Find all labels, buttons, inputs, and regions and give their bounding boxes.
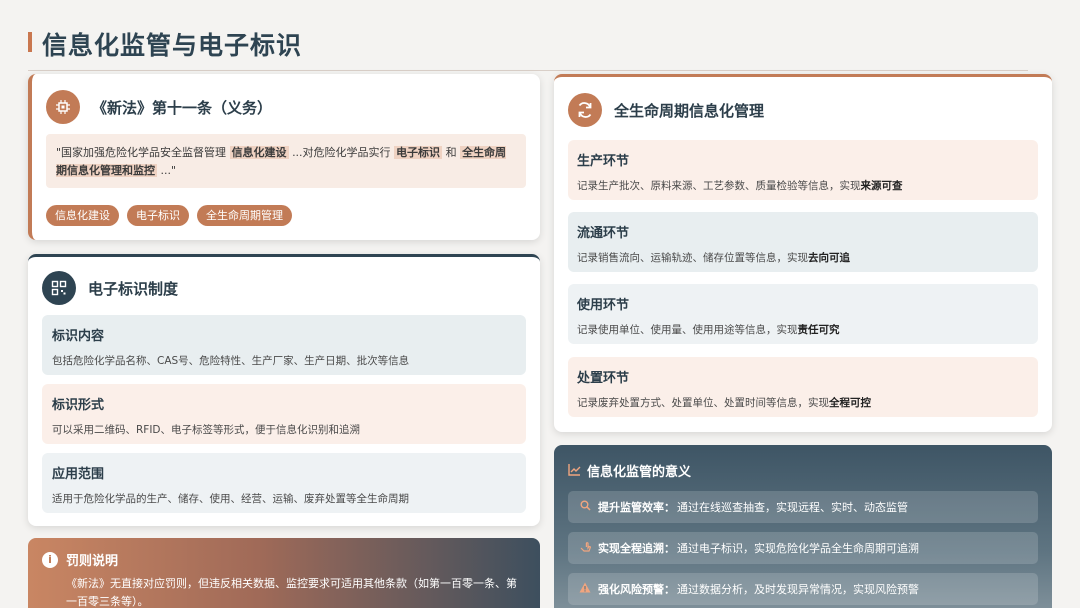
info-icon: i [42,551,58,568]
significance-row: 提升监管效率： 通过在线巡查抽查，实现远程、实时、动态监管 [568,491,1038,523]
tag-electronic-label[interactable]: 电子标识 [127,205,189,226]
stage-desc: 记录废弃处置方式、处置单位、处置时间等信息，实现全程可控 [577,395,1029,410]
elabel-item-desc: 可以采用二维码、RFID、电子标签等形式，便于信息化识别和追溯 [52,424,361,436]
elabel-item-desc: 适用于危险化学品的生产、储存、使用、经营、运输、废弃处置等全生命周期 [52,493,409,505]
law-quote: "国家加强危险化学品安全监督管理 信息化建设 ...对危险化学品实行 电子标识 … [46,134,526,188]
law-card-title: 《新法》第十一条（义务） [92,98,273,117]
page-header: 信息化监管与电子标识 [28,26,1028,71]
stage-desc-text: 记录使用单位、使用量、使用用途等信息，实现 [577,324,798,336]
lifecycle-card-title: 全生命周期信息化管理 [614,101,765,120]
elabel-item: 标识形式 可以采用二维码、RFID、电子标签等形式，便于信息化识别和追溯 [42,384,526,444]
chart-icon [568,461,581,480]
quote-text: ...对危险化学品实行 [292,146,391,159]
stage-title: 生产环节 [577,154,630,169]
refresh-icon [568,93,602,127]
quote-highlight: 信息化建设 [229,146,289,159]
elabel-item: 标识内容 包括危险化学品名称、CAS号、危险特性、生产厂家、生产日期、批次等信息 [42,315,526,375]
significance-value: 通过数据分析，及时发现异常情况，实现风险预警 [677,583,919,596]
law-article-card: 《新法》第十一条（义务） "国家加强危险化学品安全监督管理 信息化建设 ...对… [28,74,540,240]
stage-desc: 记录生产批次、原料来源、工艺参数、质量检验等信息，实现来源可查 [577,178,1029,193]
significance-value: 通过在线巡查抽查，实现远程、实时、动态监管 [677,501,908,514]
quote-text: "国家加强危险化学品安全监督管理 [56,146,227,159]
stage-desc-text: 记录生产批次、原料来源、工艺参数、质量检验等信息，实现 [577,180,861,192]
quote-text: 和 [445,146,457,159]
stage-desc-bold: 去向可追 [808,252,850,264]
quote-highlight: 电子标识 [394,146,443,159]
stage-circulation: 流通环节 记录销售流向、运输轨迹、储存位置等信息，实现去向可追 [568,212,1038,272]
elabel-item-title: 标识内容 [52,329,105,344]
stage-desc-bold: 责任可究 [797,324,840,336]
significance-value: 通过电子标识，实现危险化学品全生命周期可追溯 [677,542,919,555]
elabel-item: 应用范围 适用于危险化学品的生产、储存、使用、经营、运输、废弃处置等全生命周期 [42,453,526,513]
stage-desc-text: 记录废弃处置方式、处置单位、处置时间等信息，实现 [577,397,829,409]
stage-desc: 记录销售流向、运输轨迹、储存位置等信息，实现去向可追 [577,250,1029,265]
hand-icon [578,541,592,555]
stage-desc-bold: 全程可控 [829,397,871,409]
stage-desc-text: 记录销售流向、运输轨迹、储存位置等信息，实现 [577,252,808,264]
quote-text: ..." [160,164,177,177]
electronic-label-card: 电子标识制度 标识内容 包括危险化学品名称、CAS号、危险特性、生产厂家、生产日… [28,254,540,526]
stage-title: 流通环节 [577,226,630,241]
elabel-item-title: 标识形式 [52,398,105,413]
tag-info-construction[interactable]: 信息化建设 [46,205,119,226]
tag-list: 信息化建设 电子标识 全生命周期管理 [46,205,292,226]
tag-lifecycle[interactable]: 全生命周期管理 [197,205,292,226]
stage-usage: 使用环节 记录使用单位、使用量、使用用途等信息，实现责任可究 [568,284,1038,344]
elabel-card-title: 电子标识制度 [88,279,179,298]
significance-key: 强化风险预警： [598,583,675,596]
stage-title: 使用环节 [577,298,630,313]
penalty-title: 罚则说明 [66,554,119,569]
significance-key: 提升监管效率： [598,501,675,514]
penalty-card: i 罚则说明 《新法》无直接对应罚则，但违反相关数据、监控要求可适用其他条款（如… [28,538,540,608]
stage-production: 生产环节 记录生产批次、原料来源、工艺参数、质量检验等信息，实现来源可查 [568,140,1038,200]
significance-title: 信息化监管的意义 [587,465,692,480]
significance-card: 信息化监管的意义 提升监管效率： 通过在线巡查抽查，实现远程、实时、动态监管 实… [554,445,1052,608]
qrcode-icon [42,271,76,305]
significance-row: 实现全程追溯： 通过电子标识，实现危险化学品全生命周期可追溯 [568,532,1038,564]
significance-key: 实现全程追溯： [598,542,675,555]
page-title: 信息化监管与电子标识 [42,31,303,60]
elabel-item-desc: 包括危险化学品名称、CAS号、危险特性、生产厂家、生产日期、批次等信息 [52,355,410,367]
elabel-item-title: 应用范围 [52,467,105,482]
title-accent-bar [28,32,32,52]
stage-title: 处置环节 [577,371,630,386]
warning-icon [578,582,592,596]
significance-row: 强化风险预警： 通过数据分析，及时发现异常情况，实现风险预警 [568,573,1038,605]
penalty-body: 《新法》无直接对应罚则，但违反相关数据、监控要求可适用其他条款（如第一百零一条、… [66,577,517,608]
stage-desc: 记录使用单位、使用量、使用用途等信息，实现责任可究 [577,322,1029,337]
lifecycle-card: 全生命周期信息化管理 生产环节 记录生产批次、原料来源、工艺参数、质量检验等信息… [554,74,1052,432]
search-icon [578,500,592,514]
stage-disposal: 处置环节 记录废弃处置方式、处置单位、处置时间等信息，实现全程可控 [568,357,1038,417]
chip-icon [46,90,80,124]
stage-desc-bold: 来源可查 [860,180,903,192]
